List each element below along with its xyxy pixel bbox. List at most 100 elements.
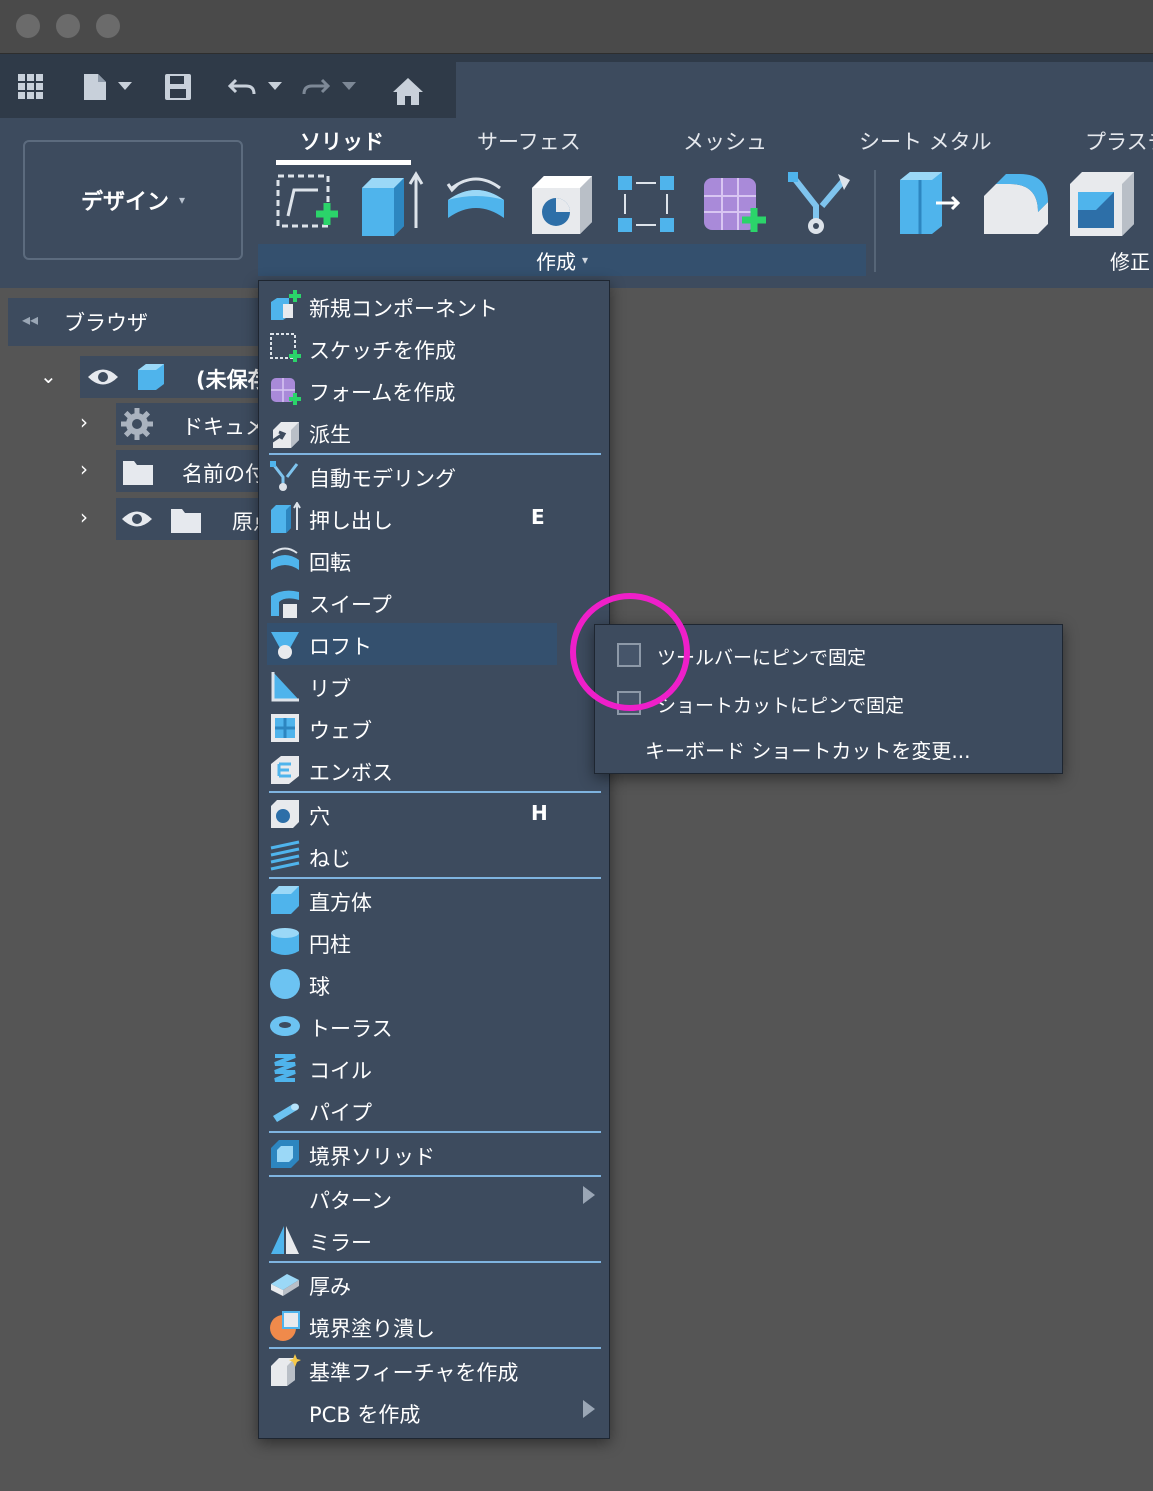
collapse-panel-icon[interactable]: ◂◂ — [22, 310, 38, 329]
menu-item-label: パターン — [309, 1189, 392, 1213]
home-icon[interactable] — [392, 76, 424, 106]
menu-item-web[interactable]: ウェブ — [267, 707, 603, 749]
menu-item-label: フォームを作成 — [309, 381, 456, 405]
revolve-icon[interactable] — [442, 170, 510, 238]
automodel-icon — [270, 461, 299, 491]
modify-group-label[interactable]: 修正 — [1110, 246, 1150, 275]
extrude-icon[interactable] — [356, 170, 424, 238]
menu-item-box[interactable]: 直方体 — [267, 879, 603, 921]
visibility-eye-icon[interactable] — [86, 366, 120, 388]
menu-item-label: キーボード ショートカットを変更... — [645, 739, 971, 763]
tab-mesh[interactable]: メッシュ — [683, 126, 767, 156]
undo-icon[interactable] — [228, 72, 286, 102]
menu-item-label: 押し出し — [309, 509, 393, 533]
menu-item-create-pcb[interactable]: PCB を作成 — [267, 1391, 603, 1433]
menu-item-label: リブ — [309, 677, 351, 701]
pipe-icon — [273, 1103, 299, 1122]
window-minimize-button[interactable] — [56, 14, 80, 38]
redo-icon[interactable] — [302, 72, 360, 102]
menu-item-label: スイープ — [309, 593, 392, 617]
menu-item-revolve[interactable]: 回転 — [267, 539, 603, 581]
ribbon-group-separator — [874, 170, 876, 272]
window-maximize-button[interactable] — [96, 14, 120, 38]
emboss-icon — [271, 756, 299, 784]
window-close-button[interactable] — [16, 14, 40, 38]
folder-icon — [171, 509, 201, 533]
menu-item-emboss[interactable]: エンボス — [267, 749, 603, 791]
component-cube-icon — [138, 364, 164, 390]
menu-item-pipe[interactable]: パイプ — [267, 1089, 603, 1131]
workspace-switcher-button[interactable]: デザイン ▾ — [23, 140, 243, 260]
menu-item-label: 境界ソリッド — [309, 1145, 435, 1169]
menu-item-rib[interactable]: リブ — [267, 665, 603, 707]
menu-item-sphere[interactable]: 球 — [267, 963, 603, 1005]
menu-item-derive[interactable]: 派生 — [267, 411, 603, 453]
tree-row-origin[interactable]: 原点 — [116, 498, 260, 540]
thicken-icon — [271, 1274, 299, 1296]
create-form-icon[interactable] — [700, 170, 768, 238]
web-icon — [271, 714, 299, 742]
tab-sheet-metal[interactable]: シート メタル — [859, 126, 992, 156]
tab-solid[interactable]: ソリッド — [300, 126, 384, 156]
menu-item-loft[interactable]: ロフト — [267, 623, 557, 665]
chevron-right-icon[interactable]: › — [80, 410, 88, 434]
base-feature-icon — [271, 1354, 301, 1386]
shell-icon[interactable] — [1068, 170, 1136, 238]
create-sketch-icon[interactable] — [272, 170, 340, 238]
menu-item-create-sketch[interactable]: スケッチを作成 — [267, 327, 603, 369]
tree-row-named-views[interactable]: 名前の付 — [116, 450, 260, 492]
tree-row-document-settings[interactable]: ドキュメ — [116, 403, 260, 445]
menu-item-new-component[interactable]: 新規コンポーネント — [267, 285, 603, 327]
cylinder-icon — [271, 928, 299, 955]
chevron-right-icon[interactable]: › — [80, 457, 88, 481]
menu-item-sweep[interactable]: スイープ — [267, 581, 603, 623]
fillet-icon[interactable] — [982, 170, 1050, 238]
press-pull-icon[interactable] — [896, 170, 964, 238]
change-keyboard-shortcut-item[interactable]: キーボード ショートカットを変更... — [595, 727, 1064, 767]
folder-icon — [123, 461, 153, 485]
menu-item-torus[interactable]: トーラス — [267, 1005, 603, 1047]
menu-item-extrude[interactable]: 押し出し E — [267, 497, 603, 539]
annotation-highlight-circle — [570, 593, 690, 711]
menu-item-mirror[interactable]: ミラー — [267, 1219, 603, 1261]
menu-item-label: ミラー — [309, 1231, 372, 1255]
menu-item-automodel[interactable]: 自動モデリング — [267, 455, 603, 497]
menu-item-coil[interactable]: コイル — [267, 1047, 603, 1089]
automodel-icon[interactable] — [786, 170, 854, 238]
file-menu-icon[interactable] — [82, 72, 134, 102]
new-component-icon — [271, 290, 301, 320]
revolve-icon — [271, 547, 299, 570]
menu-item-label: スケッチを作成 — [309, 339, 456, 363]
tree-row-root[interactable]: (未保存 — [80, 356, 260, 398]
workspace-label: デザイン — [80, 190, 169, 215]
create-group-dropdown[interactable]: 作成 ▾ — [258, 244, 866, 276]
menu-item-boundary-solid[interactable]: 境界ソリッド — [267, 1133, 603, 1175]
shortcut-key: E — [531, 505, 545, 529]
gear-icon — [121, 408, 153, 440]
hole-icon[interactable] — [528, 170, 596, 238]
window-title-bar — [0, 0, 1153, 54]
create-sketch-icon — [270, 333, 301, 362]
tab-surface[interactable]: サーフェス — [477, 126, 581, 156]
menu-item-thicken[interactable]: 厚み — [267, 1263, 603, 1305]
chevron-right-icon[interactable]: › — [80, 505, 88, 529]
menu-item-base-feature[interactable]: 基準フィーチャを作成 — [267, 1349, 603, 1391]
rectangular-pattern-icon[interactable] — [612, 170, 680, 238]
menu-item-pattern[interactable]: パターン — [267, 1177, 603, 1219]
shortcut-key: H — [531, 801, 548, 825]
menu-item-hole[interactable]: 穴 H — [267, 793, 603, 835]
data-panel-grid-icon[interactable] — [18, 74, 44, 100]
menu-item-label: パイプ — [309, 1101, 372, 1125]
menu-item-label: ロフト — [309, 635, 372, 659]
tab-plastic[interactable]: プラスチ — [1085, 126, 1153, 156]
menu-item-label: 新規コンポーネント — [309, 297, 498, 321]
menu-item-create-form[interactable]: フォームを作成 — [267, 369, 603, 411]
chevron-down-icon[interactable]: ⌄ — [40, 364, 57, 388]
menu-item-thread[interactable]: ねじ — [267, 835, 603, 877]
browser-title: ブラウザ — [64, 311, 148, 335]
toolbar-ribbon: デザイン ▾ ソリッド サーフェス メッシュ シート メタル プラスチ — [0, 118, 1153, 288]
menu-item-boundary-fill[interactable]: 境界塗り潰し — [267, 1305, 603, 1347]
menu-item-cylinder[interactable]: 円柱 — [267, 921, 603, 963]
visibility-eye-icon[interactable] — [120, 508, 154, 530]
save-icon[interactable] — [164, 72, 192, 102]
